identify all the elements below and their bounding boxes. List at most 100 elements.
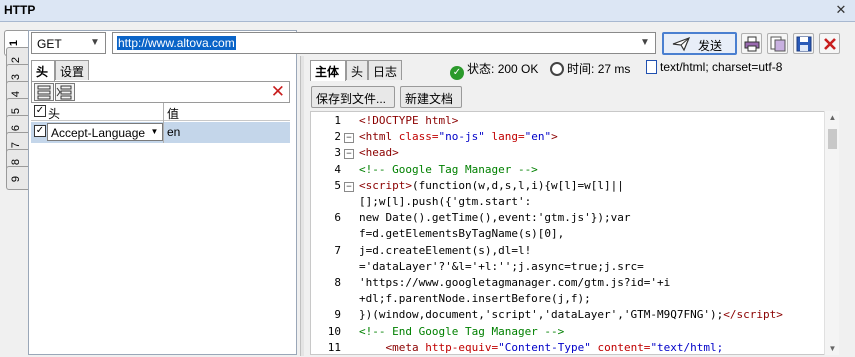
insert-header-button[interactable] (55, 83, 75, 101)
status-indicator: ✓ 状态: 200 OK (450, 60, 538, 80)
chevron-down-icon[interactable]: ▼ (148, 125, 161, 139)
fold-toggle-icon[interactable]: − (344, 149, 354, 160)
grid-header: ✓ 头 值 (31, 103, 290, 121)
code-line: 2− <html class="no-js" lang="en"> (311, 130, 831, 146)
line-number: 11 (327, 340, 341, 354)
line-number: 4 (334, 162, 341, 176)
add-header-button[interactable] (34, 83, 54, 101)
line-number: 2 (334, 130, 341, 144)
line-number: 6 (334, 211, 341, 225)
window-titlebar: HTTP ✕ (0, 0, 855, 22)
time-label: 时间: (567, 62, 595, 76)
header-value[interactable]: en (167, 125, 180, 139)
header-name-select[interactable]: Accept-Language ▼ (47, 123, 163, 141)
line-number: 3 (334, 146, 341, 160)
table-row[interactable]: ✓ Accept-Language ▼ en (31, 122, 290, 143)
code-text: })(window,document,'script','dataLayer',… (359, 308, 783, 322)
window-title: HTTP (4, 3, 36, 17)
code-text: <!-- End Google Tag Manager --> (359, 324, 565, 338)
header-name: Accept-Language (51, 126, 146, 140)
status-label: 状态: (467, 62, 495, 76)
code-text: f=d.getElementsByTagName(s)[0], (359, 227, 565, 241)
check-icon: ✓ (450, 66, 464, 80)
fold-toggle-icon[interactable]: − (344, 133, 354, 144)
code-text: <!-- Google Tag Manager --> (359, 162, 538, 176)
code-text: 'https://www.googletagmanager.com/gtm.js… (359, 276, 671, 289)
content-type: text/html; charset=utf-8 (660, 60, 783, 74)
status-value: 200 OK (497, 62, 539, 76)
new-document-button[interactable]: 新建文档 (400, 86, 462, 108)
document-icon (646, 60, 657, 74)
tab-request-label: 9 (10, 175, 22, 183)
code-line: 6 new Date().getTime(),event:'gtm.js'});v… (311, 211, 831, 227)
tab-log[interactable]: 日志 (368, 60, 402, 80)
row-checkbox[interactable]: ✓ (34, 125, 46, 137)
url-input[interactable]: http://www.altova.com ▼ (112, 32, 656, 54)
tab-request-9[interactable]: 9 (6, 166, 28, 190)
insert-row-icon (56, 85, 72, 100)
code-text: <script>(function(w,d,s,l,i){w[l]=w[l]|| (359, 178, 624, 192)
code-text: <head> (359, 146, 399, 160)
add-row-icon (37, 85, 51, 100)
response-body-editor[interactable]: 1 <!DOCTYPE html> 2− <html class="no-js" la… (310, 111, 839, 355)
url-value: http://www.altova.com (117, 36, 236, 50)
send-button[interactable]: 发送 (662, 32, 737, 55)
code-line: f=d.getElementsByTagName(s)[0], (311, 227, 831, 243)
code-text: +dl;f.parentNode.insertBefore(j,f); (359, 292, 591, 306)
save-button[interactable] (793, 33, 814, 54)
tab-headers[interactable]: 头 (31, 60, 55, 81)
code-line: 3− <head> (311, 146, 831, 162)
fold-toggle-icon[interactable]: − (344, 181, 354, 192)
tab-body[interactable]: 主体 (310, 60, 346, 81)
code-text: <meta http-equiv="Content-Type" content=… (385, 340, 724, 354)
code-line: 4 <!-- Google Tag Manager --> (311, 163, 831, 179)
delete-header-icon[interactable]: ✕ (271, 82, 285, 102)
line-number: 5 (334, 178, 341, 192)
line-number: 1 (334, 114, 341, 127)
scrollbar-thumb[interactable] (828, 129, 837, 149)
close-icon (824, 38, 836, 50)
code-line: 8 'https://www.googletagmanager.com/gtm.j… (311, 276, 831, 292)
line-number: 10 (327, 324, 341, 338)
code-text: <!DOCTYPE html> (359, 114, 459, 127)
code-text: <html class="no-js" lang="en"> (359, 130, 558, 144)
chevron-down-icon[interactable]: ▼ (87, 34, 103, 52)
code-line: 11 <meta http-equiv="Content-Type" conte… (311, 340, 831, 354)
code-line: +dl;f.parentNode.insertBefore(j,f); (311, 292, 831, 308)
code-text: new Date().getTime(),event:'gtm.js'});va… (359, 211, 631, 225)
code-text: ='dataLayer'?'&l='+l:'';j.async=true;j.s… (359, 259, 644, 273)
paper-plane-icon (672, 36, 691, 52)
code-line: 5− <script>(function(w,d,s,l,i){w[l]=w[l]… (311, 179, 831, 195)
copy-button[interactable] (767, 33, 788, 54)
panel-splitter[interactable] (300, 56, 304, 356)
col-name-header: 头 (48, 107, 61, 121)
code-text: [];w[l].push({'gtm.start': (359, 195, 532, 208)
save-to-file-button[interactable]: 保存到文件... (311, 86, 395, 108)
scroll-down-icon[interactable]: ▼ (827, 344, 838, 353)
content-type-indicator: text/html; charset=utf-8 (646, 60, 782, 74)
column-divider (163, 103, 164, 143)
send-label: 发送 (698, 39, 723, 53)
chevron-down-icon[interactable]: ▼ (637, 34, 653, 52)
code-line: 9 })(window,document,'script','dataLayer'… (311, 308, 831, 324)
vertical-scrollbar[interactable]: ▲ ▼ (824, 111, 839, 355)
time-indicator: 时间: 27 ms (550, 60, 630, 77)
copy-icon (770, 36, 786, 52)
close-icon[interactable]: ✕ (833, 2, 849, 18)
scroll-up-icon[interactable]: ▲ (827, 113, 838, 122)
headers-toolbar: ✕ (31, 81, 290, 103)
tab-settings[interactable]: 设置 (55, 60, 89, 80)
col-value-header: 值 (167, 107, 180, 121)
tab-response-headers[interactable]: 头 (346, 60, 368, 80)
line-number: 8 (334, 276, 341, 289)
close-button[interactable] (819, 33, 840, 54)
select-all-checkbox[interactable]: ✓ (34, 105, 46, 117)
method-select[interactable]: GET ▼ (31, 32, 106, 54)
code-line: ='dataLayer'?'&l='+l:'';j.async=true;j.s… (311, 260, 831, 276)
line-number: 7 (334, 243, 341, 257)
line-number: 9 (334, 308, 341, 322)
print-button[interactable] (741, 33, 762, 54)
code-line: 7 j=d.createElement(s),dl=l! (311, 244, 831, 260)
code-text: j=d.createElement(s),dl=l! (359, 243, 532, 257)
code-line: 10 <!-- End Google Tag Manager --> (311, 325, 831, 341)
